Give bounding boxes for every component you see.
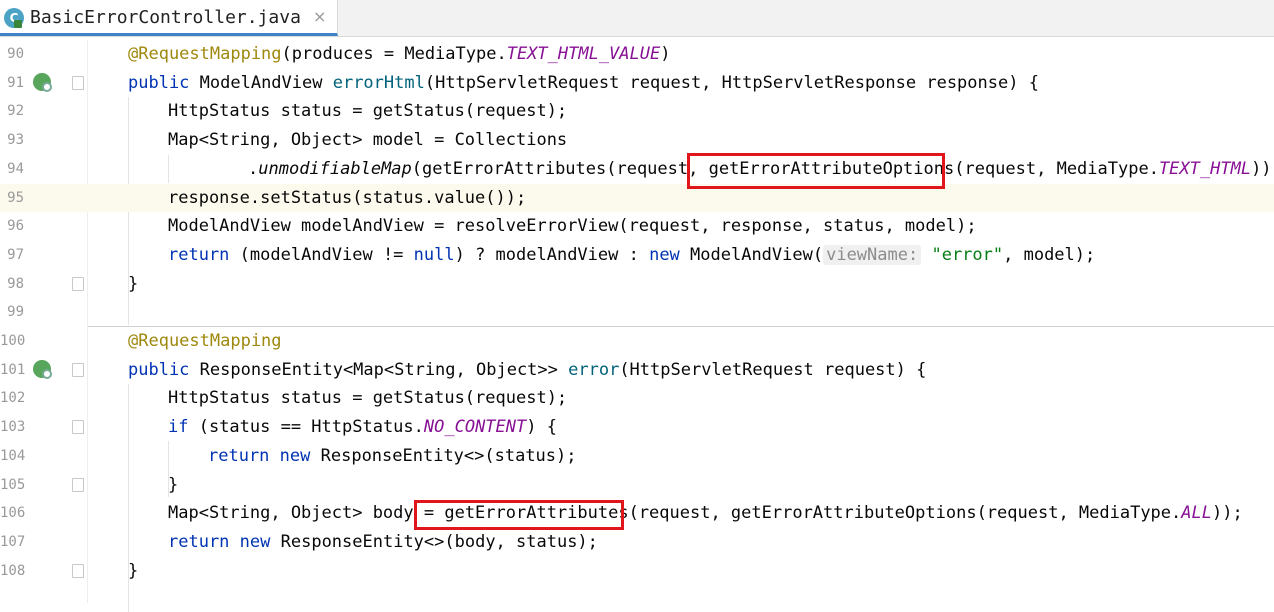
line-number: 96	[7, 218, 24, 235]
code-line[interactable]: 96 ModelAndView modelAndView = resolveEr…	[0, 212, 1274, 241]
line-number: 90	[7, 46, 24, 62]
tab-title: BasicErrorController.java	[30, 7, 301, 28]
fold-marker[interactable]	[72, 362, 84, 377]
line-number: 103	[0, 419, 26, 436]
code-line[interactable]: 105 }	[0, 471, 1274, 500]
parameter-hint: viewName:	[823, 244, 922, 265]
code-line[interactable]: 91 public ModelAndView errorHtml(HttpSer…	[0, 69, 1274, 98]
code-editor[interactable]: 90 @RequestMapping(produces = MediaType.…	[0, 40, 1274, 612]
line-number: 106	[0, 505, 26, 522]
fold-marker[interactable]	[72, 477, 84, 492]
code-line[interactable]: 100 @RequestMapping	[0, 327, 1274, 356]
line-number: 100	[0, 333, 26, 349]
code-line[interactable]: 107 return new ResponseEntity<>(body, st…	[0, 528, 1274, 557]
code-line[interactable]: 97 return (modelAndView != null) ? model…	[0, 241, 1274, 270]
fold-marker[interactable]	[72, 420, 84, 435]
code-line[interactable]: 90 @RequestMapping(produces = MediaType.…	[0, 40, 1274, 69]
code-line[interactable]: 98 }	[0, 270, 1274, 299]
code-line[interactable]: 99	[0, 298, 1274, 327]
code-line[interactable]: 108 }	[0, 557, 1274, 586]
line-number: 94	[7, 160, 24, 177]
code-line[interactable]: 92 HttpStatus status = getStatus(request…	[0, 97, 1274, 126]
fold-marker[interactable]	[72, 563, 84, 578]
tab-basic-error-controller[interactable]: C BasicErrorController.java ×	[0, 0, 338, 36]
line-number: 98	[7, 275, 24, 292]
code-line[interactable]: 102 HttpStatus status = getStatus(reques…	[0, 384, 1274, 413]
highlight-box-getErrorAttributes	[414, 500, 624, 530]
code-line[interactable]: 106 Map<String, Object> body = getErrorA…	[0, 499, 1274, 528]
java-class-icon: C	[4, 8, 24, 28]
code-line[interactable]: 94 .unmodifiableMap(getErrorAttributes(r…	[0, 155, 1274, 184]
line-number: 95	[7, 189, 24, 206]
line-number: 101	[0, 361, 26, 378]
line-number: 92	[7, 103, 24, 120]
line-number: 99	[7, 304, 24, 321]
code-line[interactable]: 101 public ResponseEntity<Map<String, Ob…	[0, 356, 1274, 385]
line-number: 105	[0, 476, 26, 493]
highlight-box-getErrorAttributeOptions	[687, 153, 945, 189]
code-line-current[interactable]: 95 response.setStatus(status.value());	[0, 183, 1274, 213]
fold-marker[interactable]	[72, 276, 84, 291]
implementing-method-icon[interactable]	[33, 72, 52, 92]
code-line[interactable]: 93 Map<String, Object> model = Collectio…	[0, 126, 1274, 155]
implementing-method-icon[interactable]	[33, 359, 52, 379]
line-number: 108	[0, 562, 26, 579]
fold-marker[interactable]	[72, 75, 84, 90]
close-icon[interactable]: ×	[313, 7, 326, 26]
line-number: 91	[7, 74, 24, 91]
line-number: 102	[0, 390, 26, 407]
code-line[interactable]: 103 if (status == HttpStatus.NO_CONTENT)…	[0, 413, 1274, 442]
line-number: 104	[0, 447, 26, 464]
editor-tab-bar: C BasicErrorController.java ×	[0, 0, 1274, 37]
code-line[interactable]: 104 return new ResponseEntity<>(status);	[0, 442, 1274, 471]
line-number: 97	[7, 246, 24, 263]
line-number: 107	[0, 533, 26, 550]
line-number: 93	[7, 132, 24, 149]
